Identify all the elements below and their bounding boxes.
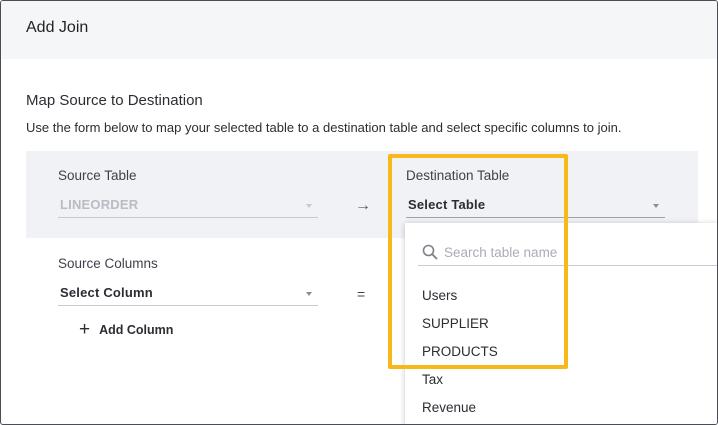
add-column-label: Add Column bbox=[99, 323, 174, 337]
chevron-down-icon bbox=[306, 204, 312, 208]
equals-sign: = bbox=[357, 286, 366, 302]
table-option-tax[interactable]: Tax bbox=[422, 372, 443, 387]
arrow-right-icon: → bbox=[355, 197, 371, 214]
table-option-users[interactable]: Users bbox=[422, 288, 457, 303]
destination-table-label: Destination Table bbox=[406, 168, 510, 183]
table-search-input[interactable] bbox=[444, 241, 714, 263]
table-option-supplier[interactable]: SUPPLIER bbox=[422, 316, 489, 331]
destination-table-value: Select Table bbox=[408, 197, 486, 212]
search-icon bbox=[422, 244, 438, 260]
dialog-title: Add Join bbox=[26, 19, 89, 36]
source-table-value: LINEORDER bbox=[60, 197, 139, 212]
source-column-value: Select Column bbox=[60, 285, 153, 300]
source-table-select: LINEORDER bbox=[58, 194, 318, 218]
chevron-down-icon bbox=[306, 292, 312, 296]
source-column-select[interactable]: Select Column bbox=[58, 282, 318, 306]
dialog-header: Add Join bbox=[1, 1, 717, 59]
destination-table-dropdown: Users SUPPLIER PRODUCTS Tax Revenue bbox=[405, 223, 717, 424]
add-column-button[interactable]: + Add Column bbox=[79, 319, 174, 340]
source-table-label: Source Table bbox=[58, 168, 137, 183]
section-description: Use the form below to map your selected … bbox=[26, 120, 622, 135]
source-columns-label: Source Columns bbox=[58, 256, 158, 271]
chevron-down-icon bbox=[653, 204, 659, 208]
plus-icon: + bbox=[79, 319, 91, 340]
table-option-revenue[interactable]: Revenue bbox=[422, 400, 476, 415]
section-title: Map Source to Destination bbox=[26, 92, 203, 109]
add-join-dialog: Add Join Map Source to Destination Use t… bbox=[0, 0, 718, 425]
destination-table-select[interactable]: Select Table bbox=[406, 194, 665, 218]
table-search-field bbox=[418, 241, 717, 266]
table-option-products[interactable]: PRODUCTS bbox=[422, 344, 498, 359]
